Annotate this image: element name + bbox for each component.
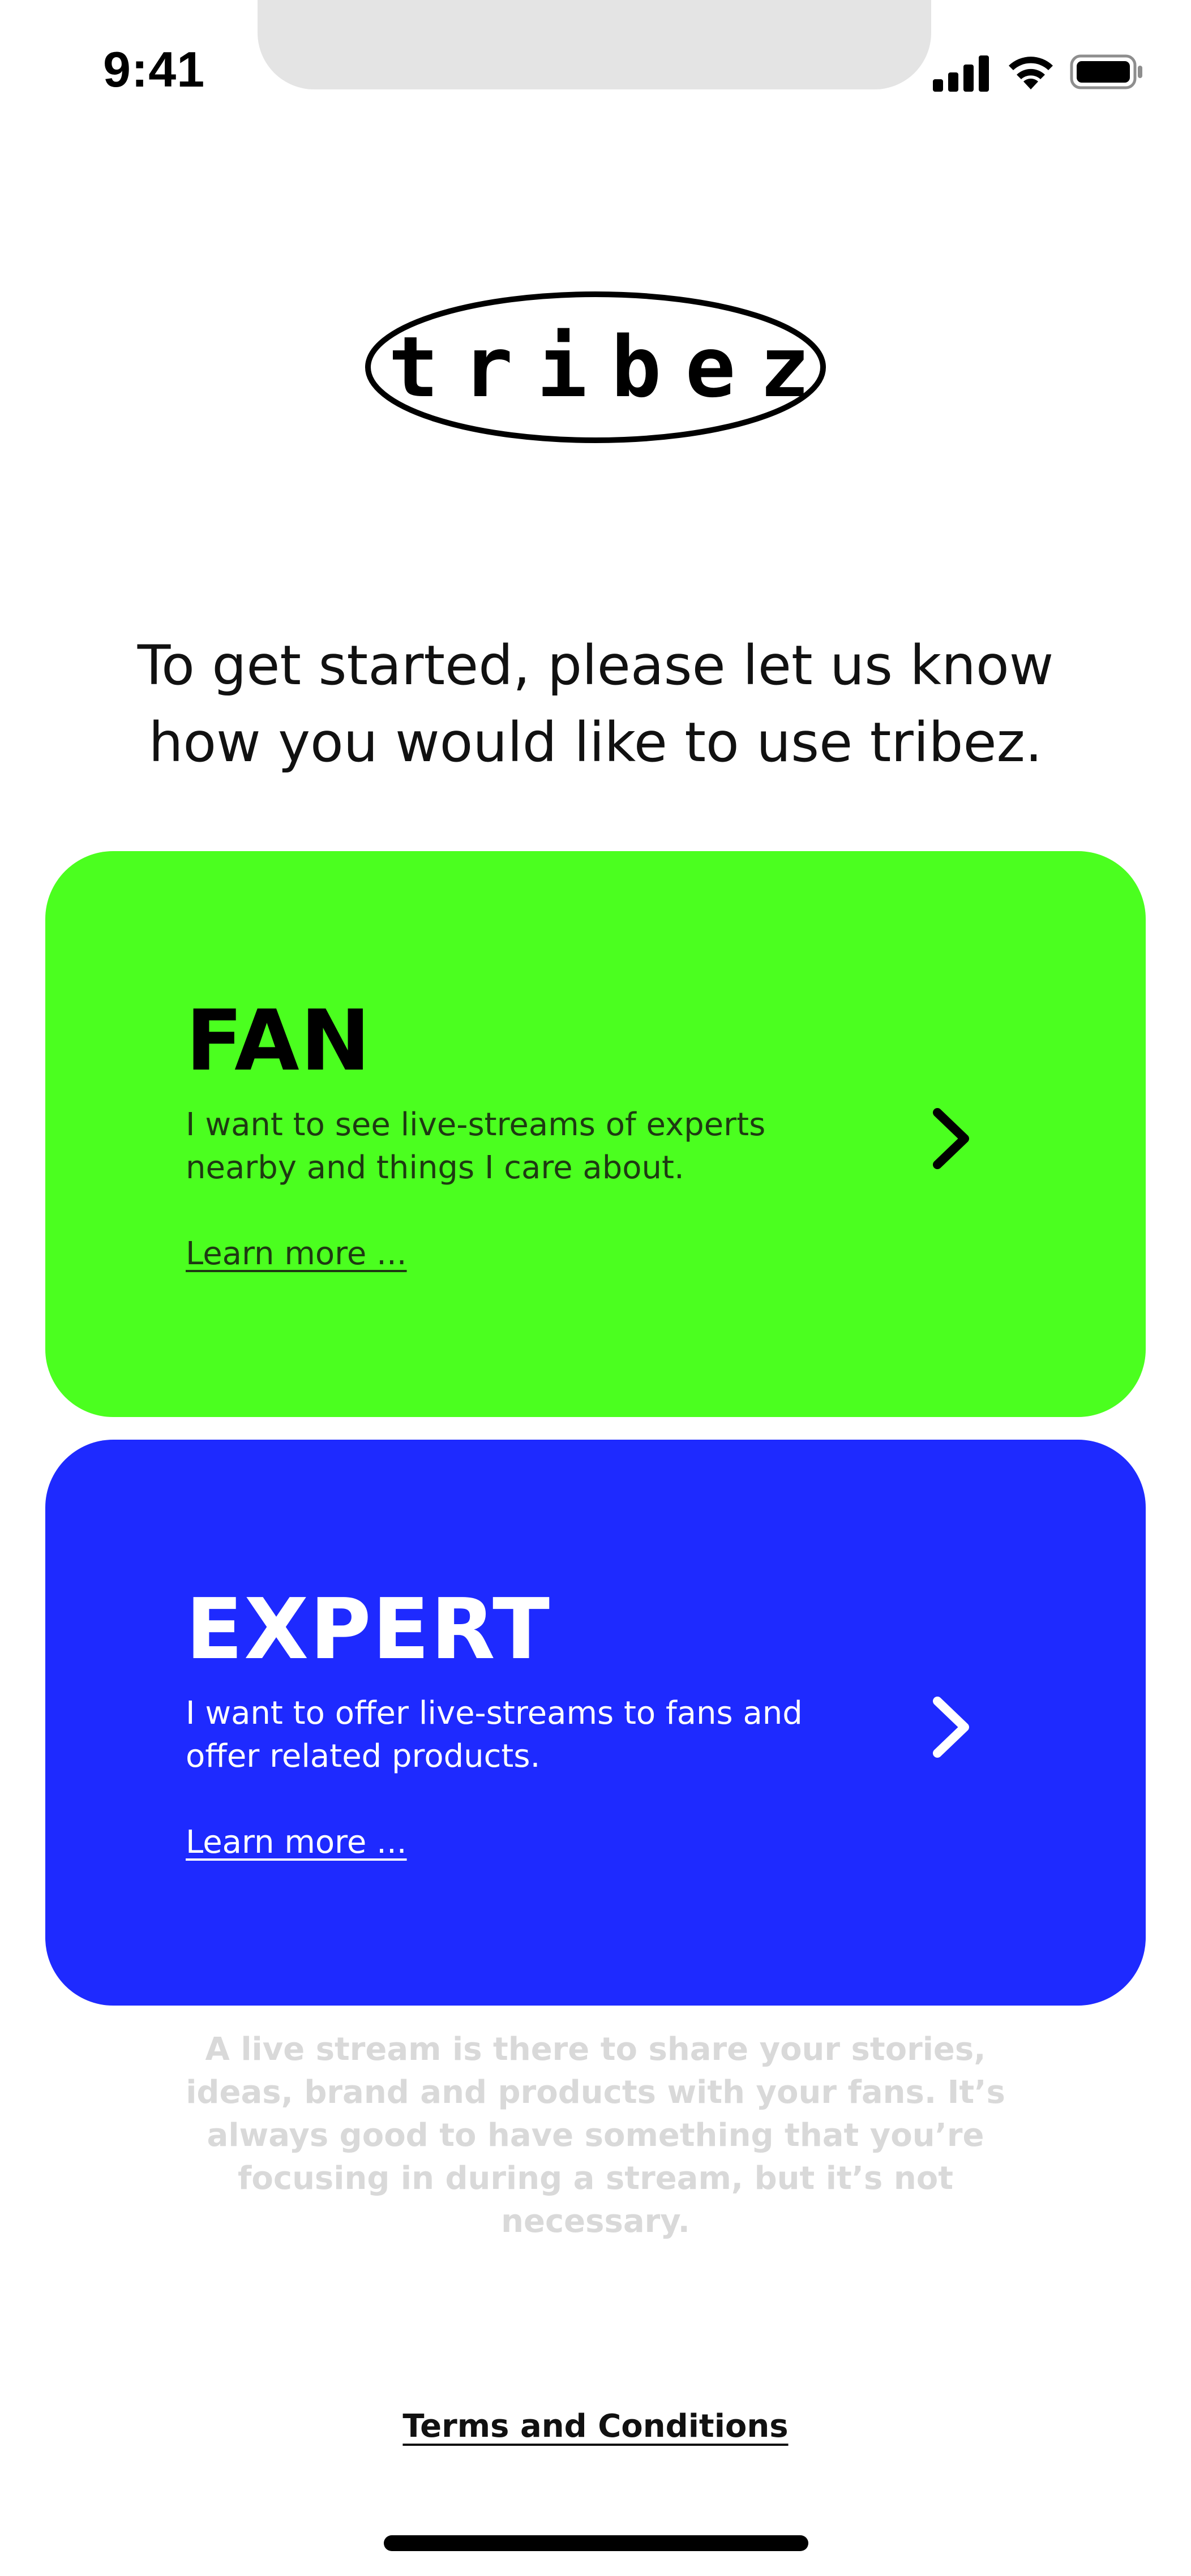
app-logo: tribez [365, 291, 826, 444]
fan-learn-more-link[interactable]: Learn more ... [186, 1233, 407, 1276]
fan-card-title: FAN [186, 992, 372, 1089]
expert-learn-more-link[interactable]: Learn more ... [186, 1821, 407, 1864]
wifi-icon [1009, 57, 1053, 89]
status-bar: 9:41 [0, 0, 1191, 113]
signal-icon [933, 55, 989, 92]
intro-heading: To get started, please let us know how y… [137, 634, 1054, 774]
terms-and-conditions-link[interactable]: Terms and Conditions [402, 2408, 788, 2445]
battery-icon [1070, 54, 1142, 89]
expert-card-description: I want to offer live-streams to fans and… [186, 1695, 803, 1775]
home-indicator[interactable] [384, 2535, 808, 2551]
chevron-right-icon[interactable] [922, 1693, 978, 1761]
device-notch [258, 0, 931, 89]
logo-wordmark: tribez [388, 319, 834, 416]
fan-role-card[interactable]: FAN I want to see live-streams of expert… [45, 851, 1146, 1417]
live-stream-footnote: A live stream is there to share your sto… [186, 2031, 1005, 2240]
expert-role-card[interactable]: EXPERT I want to offer live-streams to f… [45, 1440, 1146, 2006]
status-time: 9:41 [103, 41, 205, 97]
chevron-right-icon[interactable] [922, 1105, 978, 1173]
fan-card-description: I want to see live-streams of experts ne… [186, 1106, 766, 1186]
expert-card-title: EXPERT [186, 1581, 551, 1678]
terms-footer: Terms and Conditions [0, 2405, 1191, 2448]
